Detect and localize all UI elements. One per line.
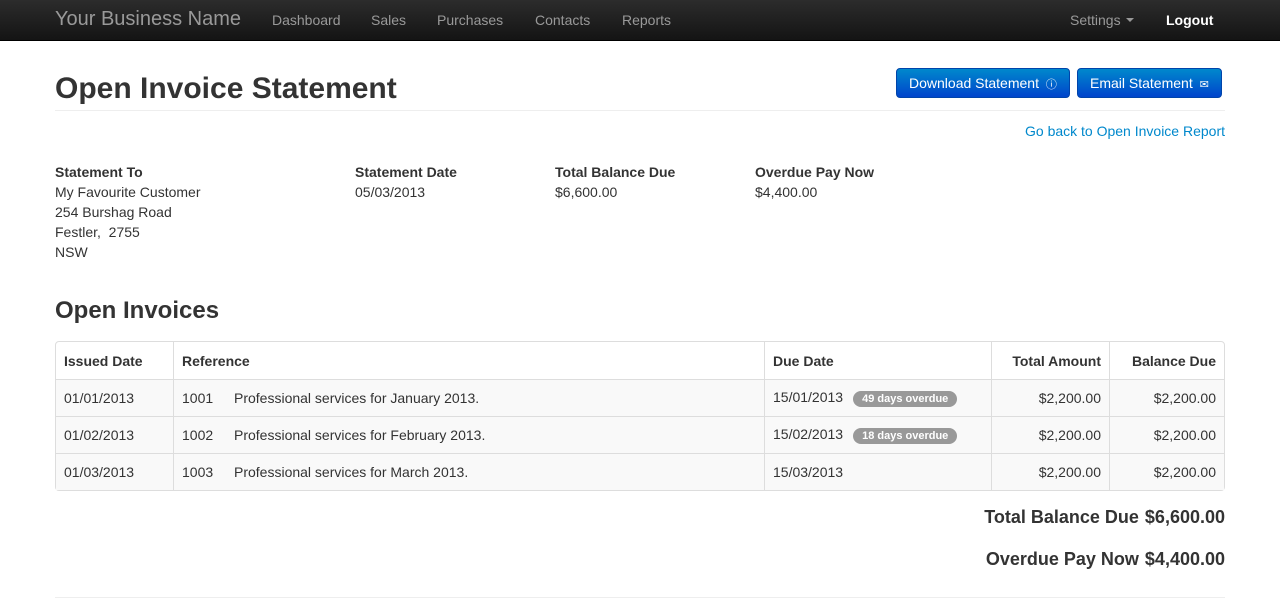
overdue-pay-now: Overdue Pay Now $4,400.00: [755, 162, 874, 202]
due-date: 15/03/2013: [764, 453, 991, 490]
reference: 1001 Professional services for January 20…: [173, 379, 764, 416]
invoice-number[interactable]: 1003: [182, 464, 234, 480]
balance-due: $2,200.00: [1109, 453, 1224, 490]
download-label: Download Statement: [909, 74, 1039, 91]
nav-contacts[interactable]: Contacts: [535, 12, 590, 28]
summary-overdue-value: $4,400.00: [1144, 549, 1225, 569]
due-date: 15/02/2013 18 days overdue: [764, 416, 991, 453]
balance-due: $2,200.00: [1109, 379, 1224, 416]
summary-total-label: Total Balance Due: [984, 507, 1139, 527]
nav-purchases[interactable]: Purchases: [437, 12, 503, 28]
col-reference: Reference: [173, 342, 764, 379]
col-total-amount: Total Amount: [991, 342, 1109, 379]
invoice-number[interactable]: 1001: [182, 390, 234, 406]
issued-date: 01/03/2013: [56, 453, 173, 490]
table-row[interactable]: 01/02/2013 1002 Professional services for…: [56, 416, 1224, 453]
due-date: 15/01/2013 49 days overdue: [764, 379, 991, 416]
back-to-report-link[interactable]: Go back to Open Invoice Report: [1025, 123, 1225, 139]
brand-logo[interactable]: Your Business Name: [55, 8, 241, 31]
overdue-badge: 49 days overdue: [853, 391, 958, 407]
footer-divider: [55, 597, 1225, 598]
invoice-description: Professional services for February 2013.: [234, 427, 486, 443]
due-date-value: 15/02/2013: [773, 426, 844, 442]
overdue-badge: 18 days overdue: [853, 428, 958, 444]
invoice-number[interactable]: 1002: [182, 427, 234, 443]
statement-to: Statement To My Favourite Customer 254 B…: [55, 162, 200, 262]
total-amount: $2,200.00: [991, 416, 1109, 453]
col-due-date: Due Date: [764, 342, 991, 379]
top-navbar: Your Business Name Dashboard Sales Purch…: [0, 0, 1280, 41]
table-row[interactable]: 01/01/2013 1001 Professional services for…: [56, 379, 1224, 416]
issued-date: 01/01/2013: [56, 379, 173, 416]
download-statement-button[interactable]: Download Statement ⓘ: [896, 68, 1070, 98]
invoice-description: Professional services for March 2013.: [234, 464, 469, 480]
caret-down-icon: [1125, 18, 1134, 23]
total-balance-label: Total Balance Due: [555, 164, 676, 180]
summary-total-value: $6,600.00: [1144, 507, 1225, 527]
invoices-table: Issued Date Reference Due Date Total Amo…: [55, 341, 1225, 491]
due-date-value: 15/03/2013: [773, 464, 844, 480]
statement-date-value: 05/03/2013: [355, 184, 426, 200]
email-label: Email Statement: [1090, 75, 1193, 91]
title-divider: [55, 110, 1225, 111]
total-balance-due: Total Balance Due $6,600.00: [555, 162, 675, 202]
col-issued-date: Issued Date: [64, 352, 143, 369]
nav-dashboard[interactable]: Dashboard: [272, 12, 341, 28]
balance-due: $2,200.00: [1109, 416, 1224, 453]
reference: 1003 Professional services for March 2013…: [173, 453, 764, 490]
nav-reports[interactable]: Reports: [622, 12, 671, 28]
address-line: Festler, 2755: [55, 224, 140, 240]
summary-overdue: Overdue Pay Now $4,400.00: [986, 549, 1225, 570]
envelope-icon: ✉: [1199, 79, 1209, 91]
total-balance-value: $6,600.00: [555, 184, 618, 200]
total-amount: $2,200.00: [991, 453, 1109, 490]
open-invoices-title: Open Invoices: [55, 297, 220, 324]
total-amount: $2,200.00: [991, 379, 1109, 416]
summary-overdue-label: Overdue Pay Now: [985, 549, 1139, 569]
nav-settings-dropdown[interactable]: Settings: [1070, 12, 1134, 28]
address-line: 254 Burshag Road: [55, 204, 172, 220]
due-date-value: 15/01/2013: [773, 389, 844, 405]
overdue-label: Overdue Pay Now: [755, 164, 875, 180]
address-line: My Favourite Customer: [55, 184, 201, 200]
statement-to-label: Statement To: [55, 164, 143, 180]
invoice-description: Professional services for January 2013.: [234, 390, 480, 406]
col-balance-due: Balance Due: [1109, 342, 1224, 379]
page-title: Open Invoice Statement: [55, 72, 397, 105]
nav-logout[interactable]: Logout: [1166, 12, 1213, 28]
table-header-row: Issued Date Reference Due Date Total Amo…: [56, 342, 1224, 379]
download-circle-icon: ⓘ: [1045, 78, 1057, 91]
reference: 1002 Professional services for February 2…: [173, 416, 764, 453]
email-statement-button[interactable]: Email Statement ✉: [1077, 68, 1222, 98]
summary-total-balance: Total Balance Due $6,600.00: [984, 507, 1225, 528]
overdue-value: $4,400.00: [755, 184, 818, 200]
statement-date-label: Statement Date: [355, 164, 457, 180]
address-line: NSW: [55, 244, 88, 260]
nav-sales[interactable]: Sales: [371, 12, 406, 28]
issued-date: 01/02/2013: [56, 416, 173, 453]
settings-label: Settings: [1070, 12, 1121, 28]
statement-date: Statement Date 05/03/2013: [355, 162, 457, 202]
table-row[interactable]: 01/03/2013 1003 Professional services for…: [56, 453, 1224, 490]
